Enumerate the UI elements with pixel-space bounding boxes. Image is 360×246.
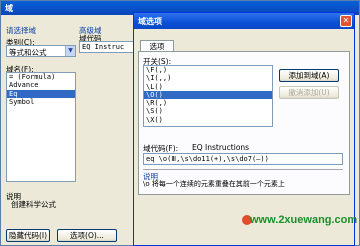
options-field-code-input[interactable]: eq \o(Ⅲ,\s\do11(+),\s\do7(—)) xyxy=(143,153,343,165)
dialog-title: 域选项 xyxy=(134,13,354,29)
description-text: 创建科学公式 xyxy=(11,200,56,209)
category-select[interactable]: 等式和公式 ▼ xyxy=(6,45,76,57)
list-item[interactable]: Advance xyxy=(7,81,75,89)
watermark: www.2xuewang.com xyxy=(250,214,358,226)
field-code-input[interactable]: EQ Instruc xyxy=(79,41,137,53)
hide-codes-button[interactable]: 隐藏代码(I) xyxy=(6,229,50,242)
list-item[interactable]: = (Formula) xyxy=(7,73,75,81)
add-to-field-button[interactable]: 添加到域(A) xyxy=(279,69,339,82)
list-item[interactable]: Symbol xyxy=(7,98,75,106)
list-item[interactable]: \L() xyxy=(144,83,272,91)
undo-add-button[interactable]: 撤消添加(U) xyxy=(279,86,339,99)
list-item-selected[interactable]: Eq xyxy=(7,89,75,98)
options-button[interactable]: 选项(O)... xyxy=(57,229,117,242)
fieldname-list[interactable]: = (Formula) Advance Eq Symbol xyxy=(6,72,76,182)
list-item[interactable]: \X() xyxy=(144,116,272,124)
close-icon[interactable]: ✕ xyxy=(340,15,352,27)
list-item[interactable]: \F(,) xyxy=(144,66,272,74)
field-code-hint: EQ Instructions xyxy=(192,143,250,152)
chevron-down-icon[interactable]: ▼ xyxy=(65,46,75,56)
list-item[interactable]: \R(,) xyxy=(144,99,272,107)
options-description-text: \o 将每一个连续的元素重叠在其前一个元素上 xyxy=(143,180,285,188)
switches-list[interactable]: \F(,) \I(,,) \L() \O() \R(,) \S() \X() xyxy=(143,65,273,127)
select-field-label: 请选择域 xyxy=(6,26,36,35)
divider xyxy=(143,169,343,170)
list-item[interactable]: \S() xyxy=(144,107,272,115)
list-item[interactable]: \I(,,) xyxy=(144,74,272,82)
category-value: 等式和公式 xyxy=(9,48,47,57)
list-item-selected[interactable]: \O() xyxy=(144,90,272,100)
